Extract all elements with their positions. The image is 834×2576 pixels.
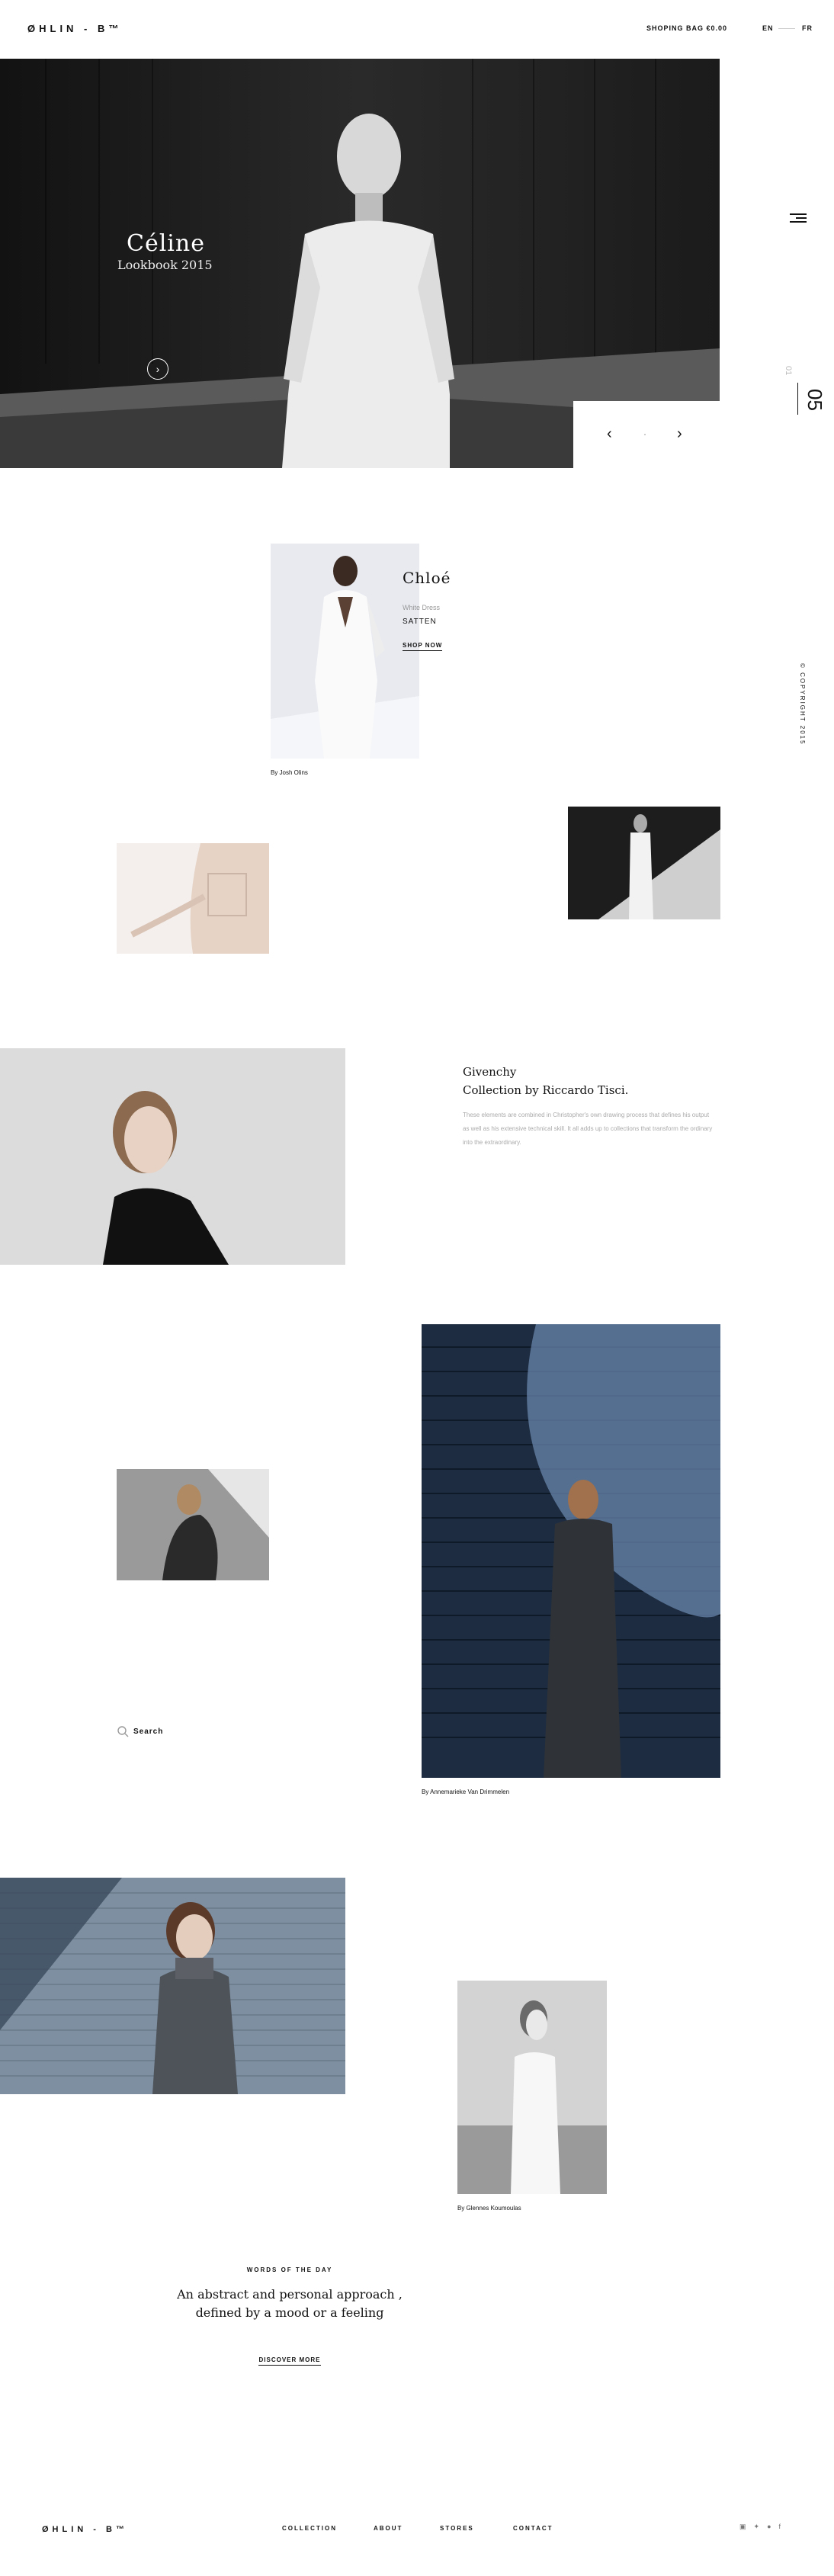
next-slide-button[interactable]: › <box>677 425 682 443</box>
givenchy-image[interactable] <box>0 1048 345 1265</box>
gray-model-image[interactable] <box>117 1469 269 1580</box>
slide-total: 01 <box>784 366 793 376</box>
slider-dot <box>644 434 646 435</box>
footer-nav-contact[interactable]: CONTACT <box>513 2525 553 2532</box>
brick-wall-image[interactable] <box>0 1878 345 2094</box>
hero-play-button[interactable]: › <box>147 358 168 380</box>
search-label: Search <box>133 1727 164 1736</box>
facebook-icon[interactable]: f <box>779 2523 781 2531</box>
search-bar[interactable]: Search <box>117 1725 269 1740</box>
bw-model-image[interactable] <box>568 807 720 919</box>
givenchy-title: Givenchy Collection by Riccardo Tisci. <box>463 1063 628 1099</box>
search-icon <box>117 1726 129 1737</box>
social-links: ▣ ✦ ● f <box>739 2523 781 2531</box>
givenchy-text: These elements are combined in Christoph… <box>463 1112 713 1146</box>
twitter-icon[interactable]: ✦ <box>754 2523 760 2531</box>
footer-nav-collection[interactable]: COLLECTION <box>282 2525 337 2532</box>
footer-nav-stores[interactable]: STORES <box>440 2525 474 2532</box>
slide-current: 05 <box>804 389 826 411</box>
words-quote: An abstract and personal approach , defi… <box>177 2287 403 2320</box>
slide-counter: 01 05 <box>776 361 826 430</box>
copyright-text: © COPYRIGHT 2015 <box>799 663 806 746</box>
prev-slide-button[interactable]: ‹ <box>607 425 612 443</box>
discover-more-label[interactable]: DISCOVER MORE <box>258 2356 321 2366</box>
givenchy-title-line2: Collection by Riccardo Tisci. <box>463 1083 629 1097</box>
photo-credit: By Josh Olins <box>271 769 308 776</box>
instagram-icon[interactable]: ▣ <box>739 2523 746 2531</box>
shop-now-label[interactable]: SHOP NOW <box>403 642 443 651</box>
menu-icon[interactable] <box>790 213 807 226</box>
shop-now-link[interactable]: SHOP NOW <box>403 642 443 651</box>
white-dress-image[interactable] <box>457 1981 607 2194</box>
lang-divider <box>778 28 795 29</box>
beige-coat-image[interactable] <box>117 843 269 954</box>
photo-credit: By Glennes Koumoulas <box>457 2205 521 2212</box>
givenchy-title-line1: Givenchy <box>463 1065 517 1079</box>
pinterest-icon[interactable]: ● <box>767 2523 771 2531</box>
chloe-image[interactable] <box>271 544 419 759</box>
words-kicker: WORDS OF THE DAY <box>246 2266 333 2273</box>
chloe-product-name: SATTEN <box>403 618 437 626</box>
hero-title: Céline <box>127 230 205 257</box>
chloe-description: White Dress <box>403 604 441 611</box>
lang-fr[interactable]: FR <box>802 24 813 32</box>
chloe-title: Chloé <box>403 569 451 587</box>
site-logo[interactable]: ØHLIN - B™ <box>27 23 122 34</box>
footer-nav-about[interactable]: ABOUT <box>374 2525 403 2532</box>
photo-credit: By Annemarieke Van Drimmelen <box>422 1788 510 1795</box>
blue-wall-image[interactable] <box>422 1324 720 1778</box>
hero-subtitle: Lookbook 2015 <box>117 258 213 272</box>
lang-en[interactable]: EN <box>762 24 774 32</box>
shopping-bag-link[interactable]: SHOPING BAG €0.00 <box>646 24 727 32</box>
slide-progress-bar <box>797 383 798 415</box>
slider-controls <box>573 401 720 468</box>
discover-more-link[interactable]: DISCOVER MORE <box>0 2356 579 2366</box>
footer-logo[interactable]: ØHLIN - B™ <box>42 2525 128 2534</box>
